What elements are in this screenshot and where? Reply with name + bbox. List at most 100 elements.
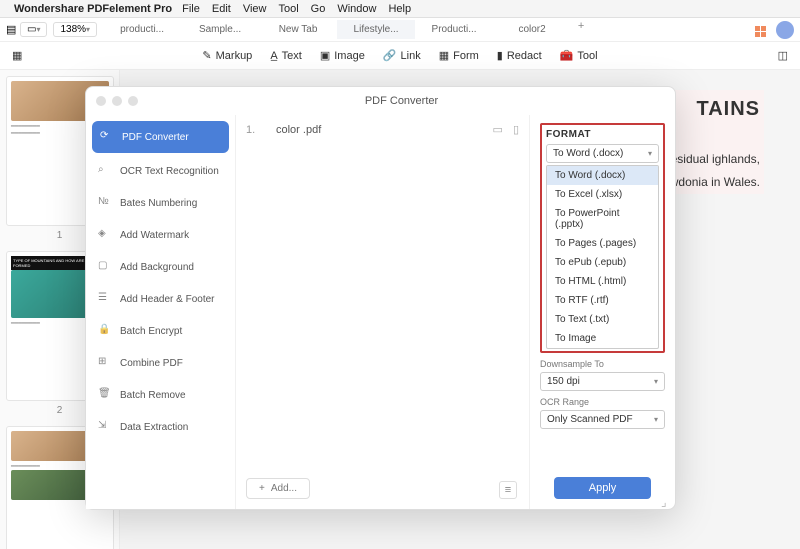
sidebar-item-ocr[interactable]: ⌕OCR Text Recognition [86,155,235,187]
tab-3[interactable]: Lifestyle... [337,20,415,39]
sidebar-item-watermark[interactable]: ◈Add Watermark [86,219,235,251]
link-tool[interactable]: 🔗Link [383,49,421,62]
sidebar-item-batch-remove[interactable]: 🗑Batch Remove [86,379,235,411]
format-option-text[interactable]: To Text (.txt) [547,310,658,329]
file-row[interactable]: 1. color .pdf ▭ ▯ [246,119,519,140]
selected-value: To Word (.docx) [553,148,623,159]
toolbox-icon: 🧰 [560,49,574,62]
menu-go[interactable]: Go [311,3,326,15]
file-index: 1. [246,124,262,136]
converter-sidebar: ⟳PDF Converter ⌕OCR Text Recognition №Ba… [86,115,236,509]
tool-tool[interactable]: 🧰Tool [560,49,598,62]
chevron-down-icon [36,24,40,35]
view-mode-dropdown[interactable]: ▭ [20,22,47,37]
format-highlight-box: FORMAT To Word (.docx) To Word (.docx) T… [540,123,665,353]
tab-1[interactable]: Sample... [181,20,259,39]
plus-icon: + [259,483,265,494]
tab-5[interactable]: color2 [493,20,571,39]
minimize-traffic-light[interactable] [112,96,122,106]
form-tool[interactable]: ▦Form [439,49,479,62]
ocr-range-select[interactable]: Only Scanned PDF [540,410,665,429]
format-option-rtf[interactable]: To RTF (.rtf) [547,291,658,310]
ocr-range-label: OCR Range [540,397,665,407]
tab-2[interactable]: New Tab [259,20,337,39]
selected-value: 150 dpi [547,376,580,387]
format-option-word[interactable]: To Word (.docx) [547,166,658,185]
label: Tool [577,50,597,62]
window-title: PDF Converter [138,95,665,107]
chevron-down-icon [648,148,652,159]
format-select[interactable]: To Word (.docx) [546,144,659,163]
downsample-label: Downsample To [540,359,665,369]
dpi-select[interactable]: 150 dpi [540,372,665,391]
image-tool[interactable]: ▣ Image [320,49,365,62]
text-tool[interactable]: A̲ Text [270,50,302,62]
chevron-down-icon [654,414,658,425]
tab-0[interactable]: producti... [103,20,181,39]
label: Add Header & Footer [120,294,215,305]
text-icon: A̲ [270,50,277,62]
number-icon: № [98,196,112,210]
menu-window[interactable]: Window [337,3,376,15]
zoom-traffic-light[interactable] [128,96,138,106]
menu-file[interactable]: File [182,3,200,15]
selected-value: Only Scanned PDF [547,414,633,425]
markup-tool[interactable]: ✎ Markup [202,49,252,62]
pdf-converter-window: PDF Converter ⟳PDF Converter ⌕OCR Text R… [85,86,676,510]
format-option-excel[interactable]: To Excel (.xlsx) [547,185,658,204]
zoom-dropdown[interactable]: 138% [53,22,97,37]
combine-icon: ⊞ [98,356,112,370]
apply-button[interactable]: Apply [554,477,651,499]
add-file-button[interactable]: +Add... [246,478,310,499]
watermark-icon: ◈ [98,228,112,242]
panel-toggle-icon[interactable]: ◫ [778,49,788,62]
user-avatar[interactable] [776,21,794,39]
sidebar-item-pdf-converter[interactable]: ⟳PDF Converter [92,121,229,153]
page-range-icon[interactable]: ▭ [493,123,503,136]
app-grid-icon[interactable] [755,22,766,37]
label: Image [334,50,365,62]
main-toolbar: ▦ ✎ Markup A̲ Text ▣ Image 🔗Link ▦Form ▮Red… [0,42,800,70]
image-icon: ▣ [320,49,330,62]
sidebar-item-encrypt[interactable]: 🔒 Batch Encrypt [86,315,235,347]
sidebar-item-combine[interactable]: ⊞Combine PDF [86,347,235,379]
label: Batch Remove [120,390,186,401]
format-option-image[interactable]: To Image [547,329,658,348]
sidebar-item-data-extraction[interactable]: ⇲Data Extraction [86,411,235,443]
header-footer-icon: ☰ [98,292,112,306]
background-icon: ▢ [98,260,112,274]
format-option-epub[interactable]: To ePub (.epub) [547,253,658,272]
label: Markup [216,50,253,62]
file-name: color .pdf [276,124,493,136]
thumbnails-icon[interactable]: ▤ [6,23,20,37]
close-traffic-light[interactable] [96,96,106,106]
sidebar-item-bates[interactable]: №Bates Numbering [86,187,235,219]
converter-file-list: 1. color .pdf ▭ ▯ +Add... ≡ [236,115,529,509]
document-tabbar: ▤ ▭ 138% producti... Sample... New Tab L… [0,18,800,42]
sidebar-item-header-footer[interactable]: ☰ Add Header & Footer [86,283,235,315]
lock-icon: 🔒 [98,324,112,338]
menu-help[interactable]: Help [388,3,411,15]
format-option-html[interactable]: To HTML (.html) [547,272,658,291]
pen-icon: ✎ [202,49,211,62]
resize-handle[interactable] [661,495,671,505]
redact-tool[interactable]: ▮Redact [497,49,542,62]
new-tab-button[interactable]: + [571,20,591,39]
format-option-powerpoint[interactable]: To PowerPoint (.pptx) [547,204,658,234]
menu-edit[interactable]: Edit [212,3,231,15]
form-icon: ▦ [439,49,449,62]
menu-tool[interactable]: Tool [278,3,298,15]
app-name[interactable]: Wondershare PDFelement Pro [14,3,172,15]
menu-view[interactable]: View [243,3,267,15]
sidebar-item-background[interactable]: ▢Add Background [86,251,235,283]
document-tabs: producti... Sample... New Tab Lifestyle.… [103,20,745,39]
label: Link [401,50,421,62]
label: Batch Encrypt [120,326,182,337]
remove-file-icon[interactable]: ▯ [513,123,519,136]
tab-4[interactable]: Producti... [415,20,493,39]
label: Text [282,50,302,62]
converter-titlebar[interactable]: PDF Converter [86,87,675,115]
format-option-pages[interactable]: To Pages (.pages) [547,234,658,253]
list-options-button[interactable]: ≡ [499,481,517,499]
layout-grid-icon[interactable]: ▦ [12,49,22,62]
